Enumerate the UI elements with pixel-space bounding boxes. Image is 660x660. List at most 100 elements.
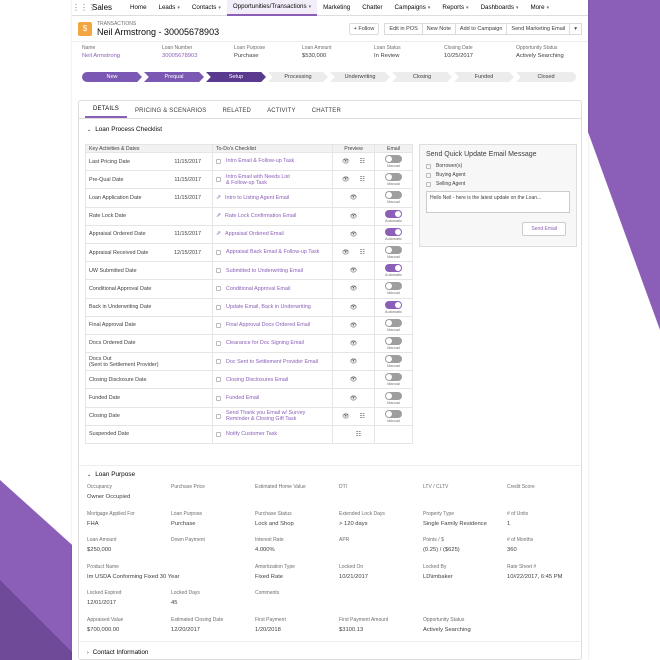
todo-item[interactable]: Closing Disclosures Email — [216, 377, 329, 383]
todo-item[interactable]: Intro Email with Needs List & Follow-up T… — [216, 174, 329, 186]
todo-checkbox[interactable] — [216, 322, 221, 328]
todo-item[interactable]: Funded Email — [216, 395, 329, 401]
email-toggle[interactable] — [385, 155, 402, 164]
tab-pricing-scenarios[interactable]: PRICING & SCENARIOS — [127, 108, 214, 118]
task-list-icon[interactable]: ☷ — [356, 432, 361, 438]
recipient-option[interactable]: Selling Agent — [426, 181, 570, 187]
new-note-button[interactable]: New Note — [421, 22, 456, 35]
eye-icon[interactable]: 👁 — [350, 214, 358, 220]
path-stage-closed[interactable]: Closed — [516, 72, 576, 82]
todo-item[interactable]: Appraisal Back Email & Follow-up Task — [216, 249, 329, 255]
todo-item[interactable]: ⇗ Rate Lock Confirmation Email — [216, 213, 329, 220]
todo-checkbox[interactable] — [216, 159, 221, 165]
email-toggle[interactable] — [385, 191, 402, 200]
todo-checkbox[interactable] — [216, 250, 221, 256]
todo-item[interactable]: ⇗ Appraisal Ordered Email — [216, 231, 329, 238]
path-stage-underwriting[interactable]: Underwriting — [330, 72, 390, 82]
tab-details[interactable]: DETAILS — [85, 106, 127, 118]
eye-icon[interactable]: 👁 — [350, 195, 358, 201]
email-toggle[interactable] — [385, 173, 402, 182]
todo-checkbox[interactable] — [216, 359, 221, 365]
nav-item-dashboards[interactable]: Dashboards ▾ — [475, 0, 525, 16]
tab-related[interactable]: RELATED — [214, 108, 259, 118]
todo-checkbox[interactable] — [216, 286, 221, 292]
nav-item-marketing[interactable]: Marketing — [317, 0, 356, 16]
todo-item[interactable]: Submitted to Underwriting Email — [216, 268, 329, 274]
todo-item[interactable]: Conditional Approval Email — [216, 286, 329, 292]
contact-info-header[interactable]: › Contact Information — [79, 641, 581, 660]
todo-item[interactable]: Notify Customer Task — [216, 431, 329, 437]
add-to-campaign-button[interactable]: Add to Campaign — [454, 22, 508, 35]
todo-item[interactable]: Doc Sent to Settlement Provider Email — [216, 359, 329, 365]
email-toggle[interactable] — [385, 209, 402, 218]
todo-item[interactable]: ⇗ Intro to Listing Agent Email — [216, 195, 329, 202]
todo-item[interactable]: Final Approval Docs Ordered Email — [216, 322, 329, 328]
todo-item[interactable]: Clearance for Doc Signing Email — [216, 340, 329, 346]
eye-icon[interactable]: 👁 — [350, 396, 358, 402]
email-toggle[interactable] — [385, 336, 402, 345]
eye-icon[interactable]: 👁 — [350, 341, 358, 347]
nav-item-contacts[interactable]: Contacts ▾ — [186, 0, 227, 16]
tab-chatter[interactable]: CHATTER — [304, 108, 349, 118]
eye-icon[interactable]: 👁 — [350, 286, 358, 292]
field-value[interactable]: 30005678903 — [162, 53, 224, 59]
email-toggle[interactable] — [385, 246, 402, 255]
eye-icon[interactable]: 👁 — [350, 305, 358, 311]
eye-icon[interactable]: 👁 — [342, 159, 350, 165]
eye-icon[interactable]: 👁 — [350, 268, 358, 274]
eye-icon[interactable]: 👁 — [350, 377, 358, 383]
todo-checkbox[interactable] — [216, 377, 221, 383]
more-actions-button[interactable]: ▾ — [569, 22, 582, 35]
field-value[interactable]: Neil Armstrong — [82, 53, 152, 59]
email-toggle[interactable] — [385, 300, 402, 309]
loan-purpose-header[interactable]: ⌄ Loan Purpose — [79, 465, 581, 484]
path-stage-prequal[interactable]: Prequal — [144, 72, 204, 82]
task-list-icon[interactable]: ☷ — [360, 159, 365, 165]
recipient-option[interactable]: Buying Agent — [426, 172, 570, 178]
nav-item-opportunities-transactions[interactable]: Opportunities/Transactions ▾ — [226, 0, 318, 16]
send-email-button[interactable]: Send Email — [522, 222, 566, 236]
email-toggle[interactable] — [385, 282, 402, 291]
todo-checkbox[interactable] — [216, 413, 221, 419]
send-marketing-email-button[interactable]: Send Marketing Email — [506, 22, 571, 35]
recipient-option[interactable]: Borrower(s) — [426, 163, 570, 169]
path-stage-processing[interactable]: Processing — [268, 72, 328, 82]
email-toggle[interactable] — [385, 391, 402, 400]
recipient-checkbox[interactable] — [426, 181, 431, 187]
todo-checkbox[interactable] — [216, 395, 221, 401]
nav-item-home[interactable]: Home — [124, 0, 153, 16]
nav-item-chatter[interactable]: Chatter — [356, 0, 388, 16]
email-toggle[interactable] — [385, 264, 402, 273]
edit-in-pos-button[interactable]: Edit in POS — [384, 22, 423, 35]
nav-item-campaigns[interactable]: Campaigns ▾ — [389, 0, 437, 16]
todo-checkbox[interactable] — [216, 340, 221, 346]
eye-icon[interactable]: 👁 — [342, 414, 350, 420]
path-stage-setup[interactable]: Setup — [206, 72, 266, 82]
task-list-icon[interactable]: ☷ — [360, 250, 365, 256]
app-launcher-icon[interactable]: ⋮⋮⋮ — [72, 3, 96, 12]
nav-item-more[interactable]: More ▾ — [524, 0, 555, 16]
todo-checkbox[interactable] — [216, 431, 221, 437]
todo-checkbox[interactable] — [216, 268, 221, 274]
todo-item[interactable]: Send Thank you Email w/ Survey Reminder &… — [216, 410, 329, 422]
eye-icon[interactable]: 👁 — [342, 177, 350, 183]
checklist-section-header[interactable]: ⌄ Loan Process Checklist — [79, 119, 581, 140]
eye-icon[interactable]: 👁 — [350, 232, 358, 238]
todo-checkbox[interactable] — [216, 177, 221, 183]
eye-icon[interactable]: 👁 — [342, 250, 350, 256]
eye-icon[interactable]: 👁 — [350, 359, 358, 365]
task-list-icon[interactable]: ☷ — [360, 414, 365, 420]
email-toggle[interactable] — [385, 409, 402, 418]
email-toggle[interactable] — [385, 373, 402, 382]
path-stage-new[interactable]: New — [82, 72, 142, 82]
email-toggle[interactable] — [385, 318, 402, 327]
path-stage-closing[interactable]: Closing — [392, 72, 452, 82]
tab-activity[interactable]: ACTIVITY — [259, 108, 304, 118]
message-textarea[interactable]: Hello Neil - here is the latest update o… — [426, 191, 570, 213]
nav-item-reports[interactable]: Reports ▾ — [436, 0, 474, 16]
nav-item-leads[interactable]: Leads ▾ — [153, 0, 186, 16]
task-list-icon[interactable]: ☷ — [360, 177, 365, 183]
todo-checkbox[interactable] — [216, 304, 221, 310]
todo-item[interactable]: Intro Email & Follow-up Task — [216, 158, 329, 164]
todo-item[interactable]: Update Email, Back in Underwriting — [216, 304, 329, 310]
